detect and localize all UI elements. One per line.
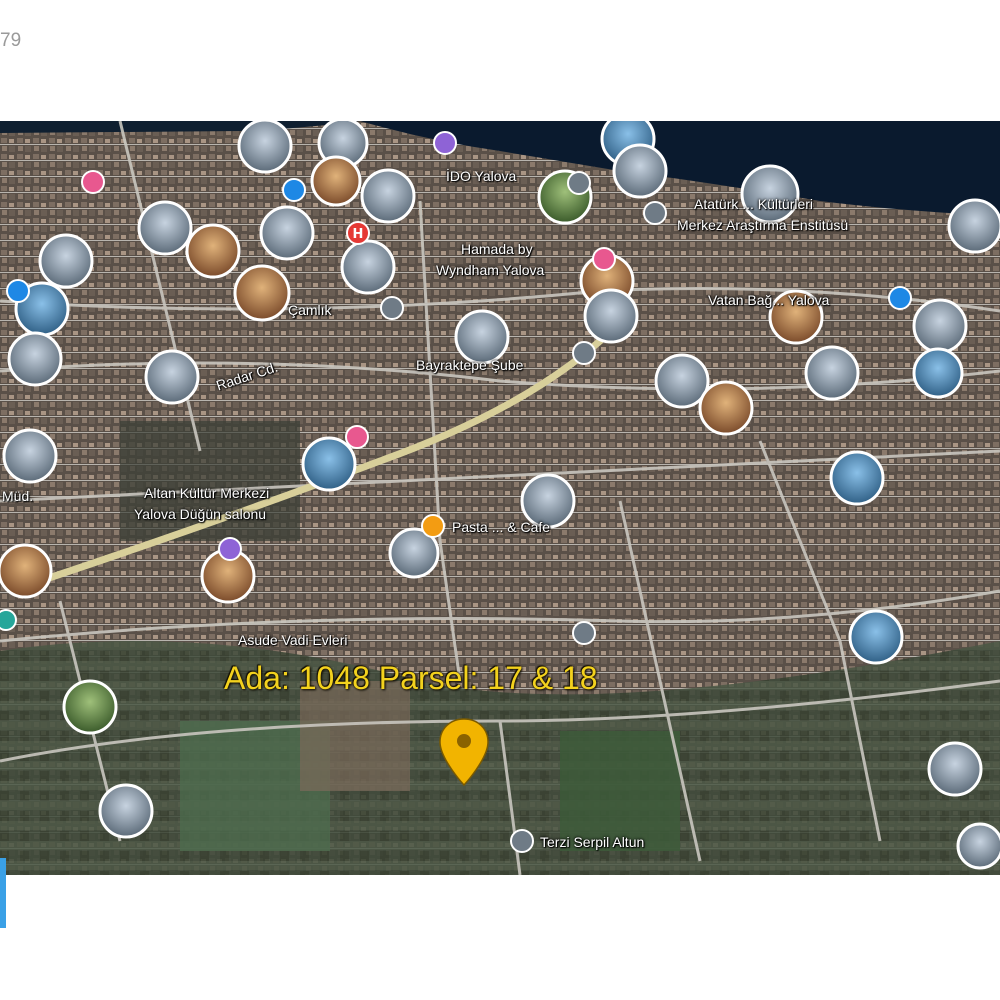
hotel-icon-glyph: H (353, 227, 364, 242)
shopping-icon[interactable] (345, 425, 369, 449)
side-accent-bar (0, 858, 6, 928)
place-icon[interactable] (510, 829, 534, 853)
photo-marker[interactable] (956, 822, 1000, 870)
info-icon[interactable] (888, 286, 912, 310)
shopping-icon[interactable] (592, 247, 616, 271)
photo-marker[interactable] (259, 205, 315, 261)
photo-marker[interactable] (0, 543, 53, 599)
label-yalova-dugun[interactable]: Yalova Düğün salonu (134, 506, 266, 522)
label-ido-yalova[interactable]: İDO Yalova (446, 168, 516, 184)
label-asude-vadi-evleri[interactable]: Asude Vadi Evleri (238, 632, 347, 648)
photo-marker[interactable] (912, 298, 968, 354)
photo-marker[interactable] (233, 264, 291, 322)
photo-marker[interactable] (144, 349, 200, 405)
label-terzi-serpil-altun[interactable]: Terzi Serpil Altun (540, 834, 644, 850)
info-icon[interactable] (6, 279, 30, 303)
shopping-icon[interactable] (81, 170, 105, 194)
photo-marker[interactable] (927, 741, 983, 797)
label-ataturk-kulturleri[interactable]: Atatürk ... Kültürleri (694, 196, 813, 212)
photo-marker[interactable] (740, 164, 800, 224)
photo-marker[interactable] (7, 331, 63, 387)
place-icon[interactable] (572, 341, 596, 365)
photo-marker[interactable] (829, 450, 885, 506)
photo-marker[interactable] (340, 239, 396, 295)
label-altan-kultur-merkezi[interactable]: Altan Kültür Merkezi (144, 485, 269, 501)
label-mud: Müd. (2, 488, 34, 504)
label-bayrakdepe-sube[interactable]: Bayraktepe Şube (416, 357, 523, 373)
photo-marker[interactable] (698, 380, 754, 436)
photo-marker[interactable] (612, 143, 668, 199)
label-merkez-arastirma[interactable]: Merkez Araştırma Enstitüsü (677, 217, 848, 233)
housing-block (300, 681, 410, 791)
photo-marker[interactable] (583, 288, 639, 344)
info-icon[interactable] (282, 178, 306, 202)
place-icon[interactable] (643, 201, 667, 225)
photo-marker[interactable] (62, 679, 118, 735)
photo-marker[interactable] (360, 168, 416, 224)
photo-marker[interactable] (38, 233, 94, 289)
place-icon[interactable] (0, 609, 17, 631)
photo-marker[interactable] (804, 345, 860, 401)
photo-marker[interactable] (137, 200, 193, 256)
label-vatan-bag[interactable]: Vatan Bağ... Yalova (708, 292, 829, 308)
parcel-label: Ada: 1048 Parsel: 17 & 18 (224, 660, 598, 696)
photo-marker[interactable] (301, 436, 357, 492)
green-field-2 (560, 731, 680, 851)
label-pasta-cafe[interactable]: Pasta ... & Cafe (452, 519, 550, 535)
photo-marker[interactable] (912, 347, 964, 399)
place-icon[interactable] (218, 537, 242, 561)
photo-marker[interactable] (98, 783, 154, 839)
restaurant-icon[interactable] (421, 514, 445, 538)
label-camlik[interactable]: Çamlık (288, 302, 332, 318)
corner-text: 79 (0, 30, 22, 51)
place-icon[interactable] (433, 131, 457, 155)
label-hamada-by[interactable]: Hamada by (461, 241, 533, 257)
photo-marker[interactable] (2, 428, 58, 484)
label-wyndham-yalova[interactable]: Wyndham Yalova (436, 262, 544, 278)
photo-marker[interactable] (454, 309, 510, 365)
place-icon[interactable] (572, 621, 596, 645)
photo-marker[interactable] (947, 198, 1000, 254)
map-pin-icon[interactable] (437, 717, 491, 787)
photo-marker[interactable] (848, 609, 904, 665)
photo-marker[interactable] (185, 223, 241, 279)
place-icon[interactable] (380, 296, 404, 320)
photo-marker[interactable] (310, 155, 362, 207)
place-icon[interactable] (567, 171, 591, 195)
photo-marker[interactable] (237, 121, 293, 174)
